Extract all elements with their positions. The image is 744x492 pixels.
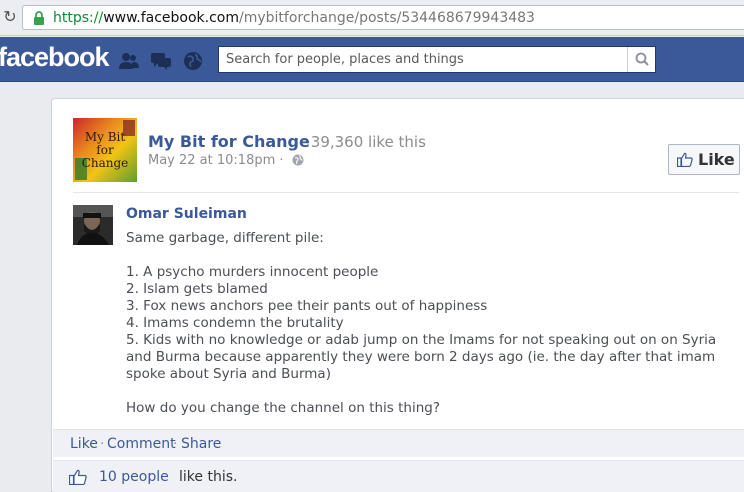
- post-timestamp[interactable]: May 22 at 10:18pm ·: [148, 153, 284, 168]
- share-link[interactable]: Share: [181, 436, 221, 452]
- post-body: Same garbage, different pile: 1. A psych…: [126, 230, 726, 417]
- search-icon: [635, 52, 649, 66]
- header-jewels: [118, 50, 208, 72]
- likes-count-text: 39,360 like this: [310, 133, 426, 151]
- author-avatar[interactable]: [73, 205, 113, 245]
- post-line: 2. Islam gets blamed: [126, 281, 268, 297]
- url-field[interactable]: https://www.facebook.com/mybitforchange/…: [22, 5, 744, 30]
- comment-author-link[interactable]: Omar Suleiman: [126, 206, 247, 222]
- page-like-button[interactable]: Like: [668, 144, 740, 175]
- search-box: [218, 46, 656, 73]
- post-line: 5. Kids with no knowledge or adab jump o…: [126, 332, 717, 382]
- facebook-logo[interactable]: facebook: [0, 42, 110, 73]
- url-text[interactable]: https://www.facebook.com/mybitforchange/…: [53, 9, 535, 27]
- like-button-label: Like: [698, 150, 735, 169]
- svg-text:My Bit: My Bit: [85, 130, 126, 144]
- notifications-globe-icon[interactable]: [182, 50, 204, 72]
- likers-link[interactable]: 10 people: [99, 469, 169, 485]
- page-name-link[interactable]: My Bit for Change: [148, 132, 310, 151]
- messages-icon[interactable]: [150, 50, 172, 72]
- post-line: How do you change the channel on this th…: [126, 400, 441, 416]
- separator-dot: ·: [173, 436, 178, 452]
- svg-text:for: for: [96, 143, 114, 157]
- likes-summary-bar: 10 people like this.: [53, 460, 744, 492]
- thumbs-up-icon: [677, 152, 693, 167]
- author-photo: [73, 205, 113, 245]
- post-line: 1. A psycho murders innocent people: [126, 264, 379, 280]
- svg-text:Change: Change: [82, 156, 129, 170]
- page-likes-count: · 39,360 like this: [302, 133, 426, 151]
- reload-icon[interactable]: ↻: [0, 6, 20, 28]
- page-logo-image: My Bit for Change: [73, 118, 137, 182]
- separator-dot: ·: [100, 436, 105, 452]
- url-path: /mybitforchange/posts/534468679943483: [239, 10, 535, 26]
- post-line: Same garbage, different pile:: [126, 230, 324, 246]
- post-line: 4. Imams condemn the brutality: [126, 315, 344, 331]
- search-button[interactable]: [627, 47, 655, 72]
- post-meta: May 22 at 10:18pm ·: [148, 153, 304, 168]
- comment-link[interactable]: Comment: [107, 436, 176, 452]
- header-divider: [73, 192, 739, 193]
- post-line: 3. Fox news anchors pee their pants out …: [126, 298, 488, 314]
- thumbs-up-icon: [69, 469, 87, 485]
- page-profile-picture[interactable]: My Bit for Change: [73, 118, 137, 182]
- post-card: My Bit for Change My Bit for Change · 39,…: [51, 98, 744, 492]
- lock-icon: [34, 11, 44, 25]
- url-scheme: https://: [53, 10, 104, 26]
- separator-dot: ·: [302, 133, 307, 151]
- search-input[interactable]: [219, 47, 627, 72]
- browser-address-bar: ↻ https://www.facebook.com/mybitforchang…: [0, 0, 744, 36]
- post-actions-bar: Like · Comment · Share: [53, 429, 744, 457]
- facebook-header: facebook: [0, 37, 744, 82]
- like-link[interactable]: Like: [70, 436, 98, 452]
- url-host: www.facebook.com: [103, 10, 239, 26]
- friend-requests-icon[interactable]: [118, 50, 140, 72]
- public-globe-icon: [292, 154, 304, 166]
- likes-summary-text: like this.: [179, 469, 238, 485]
